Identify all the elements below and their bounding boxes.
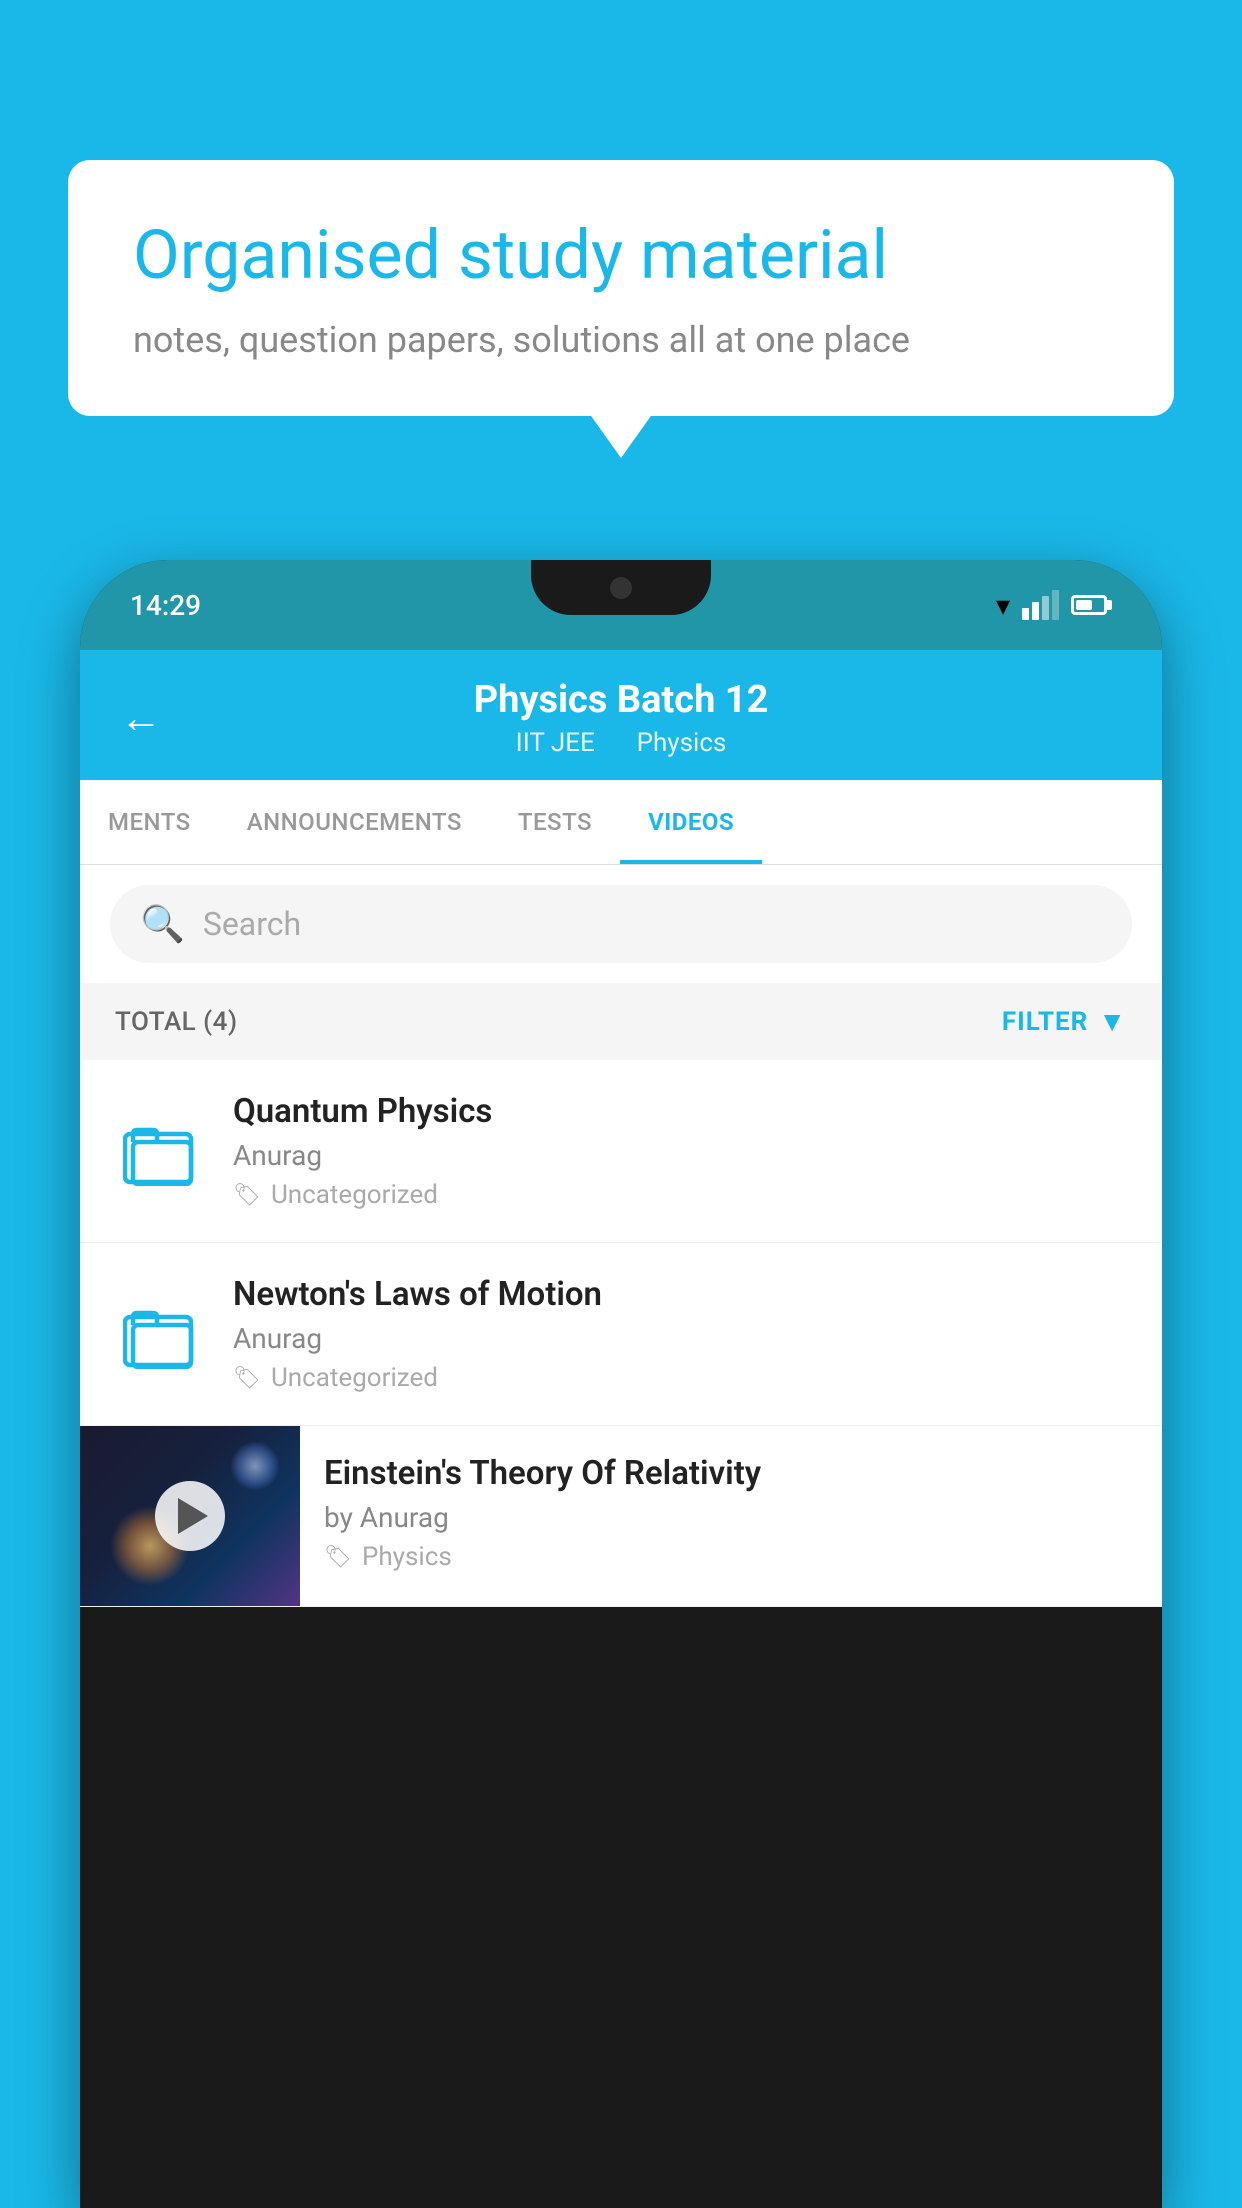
app-header: ← Physics Batch 12 IIT JEE Physics <box>80 650 1162 780</box>
list-item[interactable]: Quantum Physics Anurag 🏷 Uncategorized <box>80 1060 1162 1243</box>
video-info: Quantum Physics Anurag 🏷 Uncategorized <box>233 1092 1127 1210</box>
tab-tests[interactable]: TESTS <box>490 780 620 864</box>
tag-iit-jee: IIT JEE <box>516 728 595 758</box>
search-bar[interactable]: 🔍 Search <box>110 885 1132 963</box>
status-icons: ▾ <box>996 589 1112 622</box>
filter-bar: TOTAL (4) FILTER ▼ <box>80 983 1162 1060</box>
folder-icon <box>123 1299 198 1369</box>
search-container: 🔍 Search <box>80 865 1162 983</box>
folder-icon <box>123 1116 198 1186</box>
signal-icon <box>1022 590 1059 620</box>
list-item[interactable]: Newton's Laws of Motion Anurag 🏷 Uncateg… <box>80 1243 1162 1426</box>
video-tag: 🏷 Uncategorized <box>233 1180 1127 1210</box>
filter-funnel-icon: ▼ <box>1098 1005 1127 1038</box>
list-item[interactable]: Einstein's Theory Of Relativity by Anura… <box>80 1426 1162 1607</box>
video-title: Einstein's Theory Of Relativity <box>324 1454 1134 1493</box>
space-glow2 <box>230 1441 280 1491</box>
total-count: TOTAL (4) <box>115 1007 238 1037</box>
speech-bubble: Organised study material notes, question… <box>68 160 1174 416</box>
play-button[interactable] <box>155 1481 225 1551</box>
video-tag: 🏷 Physics <box>324 1542 1134 1572</box>
header-center: Physics Batch 12 IIT JEE Physics <box>474 678 769 758</box>
filter-label: FILTER <box>1002 1007 1088 1037</box>
search-icon: 🔍 <box>140 903 185 945</box>
content-area: Quantum Physics Anurag 🏷 Uncategorized <box>80 1060 1162 1607</box>
status-time: 14:29 <box>130 589 201 622</box>
tag-icon: 🏷 <box>233 1183 261 1208</box>
tag-icon: 🏷 <box>233 1366 261 1391</box>
video-title: Quantum Physics <box>233 1092 1127 1131</box>
video-title: Newton's Laws of Motion <box>233 1275 1127 1314</box>
video-info: Einstein's Theory Of Relativity by Anura… <box>300 1426 1162 1600</box>
search-placeholder: Search <box>203 905 301 943</box>
bubble-subtitle: notes, question papers, solutions all at… <box>133 319 1109 361</box>
tab-navigation: MENTS ANNOUNCEMENTS TESTS VIDEOS <box>80 780 1162 865</box>
video-author: Anurag <box>233 1322 1127 1355</box>
folder-icon-wrapper <box>115 1116 205 1186</box>
speech-bubble-container: Organised study material notes, question… <box>68 160 1174 416</box>
play-triangle-icon <box>178 1498 208 1534</box>
video-author: Anurag <box>233 1139 1127 1172</box>
notch <box>531 560 711 615</box>
folder-icon-wrapper <box>115 1299 205 1369</box>
phone-screen: ← Physics Batch 12 IIT JEE Physics MENTS… <box>80 650 1162 1607</box>
tab-ments[interactable]: MENTS <box>80 780 219 864</box>
tab-announcements[interactable]: ANNOUNCEMENTS <box>219 780 490 864</box>
phone-frame: 14:29 ▾ ← Physics Batch 12 IIT JEE <box>80 560 1162 2208</box>
back-button[interactable]: ← <box>120 694 162 743</box>
tag-label: Physics <box>362 1542 452 1572</box>
bubble-title: Organised study material <box>133 215 1109 297</box>
tab-videos[interactable]: VIDEOS <box>620 780 762 864</box>
video-author: by Anurag <box>324 1501 1134 1534</box>
wifi-icon: ▾ <box>996 589 1010 622</box>
header-title: Physics Batch 12 <box>474 678 769 722</box>
battery-icon <box>1071 595 1112 615</box>
tag-label: Uncategorized <box>271 1363 438 1393</box>
status-bar: 14:29 ▾ <box>80 560 1162 650</box>
video-thumbnail <box>80 1426 300 1606</box>
header-tags: IIT JEE Physics <box>474 728 769 758</box>
video-tag: 🏷 Uncategorized <box>233 1363 1127 1393</box>
camera-dot <box>610 577 632 599</box>
tag-physics: Physics <box>637 728 727 758</box>
tag-label: Uncategorized <box>271 1180 438 1210</box>
tag-icon: 🏷 <box>324 1545 352 1570</box>
filter-button[interactable]: FILTER ▼ <box>1002 1005 1127 1038</box>
video-info: Newton's Laws of Motion Anurag 🏷 Uncateg… <box>233 1275 1127 1393</box>
